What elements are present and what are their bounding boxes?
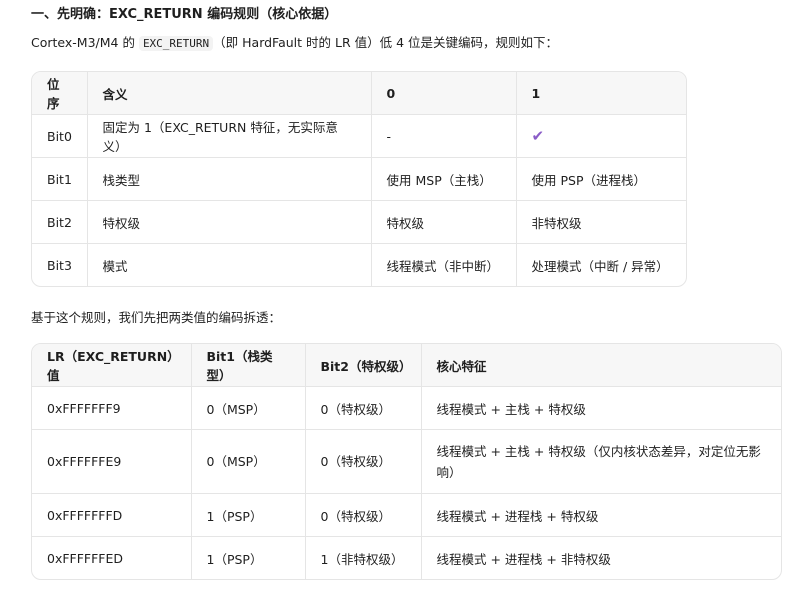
- table-cell: 0xFFFFFFED: [32, 536, 192, 579]
- table-row: 0xFFFFFFED 1（PSP） 1（非特权级） 线程模式 + 进程栈 + 非…: [32, 536, 781, 579]
- column-header: 位序: [32, 72, 88, 115]
- table-cell: 1（非特权级）: [305, 536, 422, 579]
- table-cell: Bit1: [32, 157, 88, 201]
- checkmark-icon: ✔: [531, 127, 545, 145]
- column-header: Bit2（特权级）: [305, 344, 422, 387]
- table-header-row: 位序 含义 0 1: [32, 72, 686, 115]
- intro-text-after: （即 HardFault 时的 LR 值）低 4 位是关键编码，规则如下：: [213, 35, 559, 50]
- column-header: Bit1（栈类型）: [191, 344, 306, 387]
- table-cell: 0xFFFFFFFD: [32, 493, 192, 537]
- table-cell: 模式: [87, 243, 372, 286]
- table-cell: 线程模式（非中断）: [371, 243, 517, 286]
- table-row: Bit1 栈类型 使用 MSP（主栈） 使用 PSP（进程栈）: [32, 157, 686, 201]
- column-header: 1: [516, 72, 686, 115]
- table-cell: 0（特权级）: [305, 493, 422, 537]
- table-row: 0xFFFFFFF9 0（MSP） 0（特权级） 线程模式 + 主栈 + 特权级: [32, 386, 781, 430]
- column-header: 0: [371, 72, 517, 115]
- table-cell: Bit0: [32, 114, 88, 158]
- table-cell: 线程模式 + 主栈 + 特权级（仅内核状态差异，对定位无影响）: [421, 429, 781, 494]
- table-row: Bit0 固定为 1（EXC_RETURN 特征，无实际意义） - ✔: [32, 114, 686, 158]
- table-cell: 线程模式 + 主栈 + 特权级: [421, 386, 781, 430]
- table-cell: 固定为 1（EXC_RETURN 特征，无实际意义）: [87, 114, 372, 158]
- table-cell: 线程模式 + 进程栈 + 非特权级: [436, 551, 611, 567]
- column-header: 含义: [87, 72, 372, 115]
- table-cell: 1（PSP）: [191, 493, 306, 537]
- table-cell: -: [371, 114, 517, 158]
- table-cell: 特权级: [87, 200, 372, 244]
- table-row: Bit2 特权级 特权级 非特权级: [32, 200, 686, 244]
- table-cell: 0（MSP）: [191, 429, 306, 494]
- table-cell: 非特权级: [516, 200, 686, 244]
- inline-code: EXC_RETURN: [138, 36, 214, 51]
- table-row: Bit3 模式 线程模式（非中断） 处理模式（中断 / 异常）: [32, 243, 686, 286]
- lr-value-table: LR（EXC_RETURN）值 Bit1（栈类型） Bit2（特权级） 核心特征…: [31, 343, 782, 580]
- table-cell: 0（特权级）: [305, 429, 422, 494]
- table-cell: ✔: [516, 114, 686, 158]
- table-cell: 线程模式 + 进程栈 + 特权级: [421, 493, 781, 537]
- table-cell: 0xFFFFFFF9: [32, 386, 192, 430]
- table-row: 0xFFFFFFE9 0（MSP） 0（特权级） 线程模式 + 主栈 + 特权级…: [32, 429, 781, 494]
- table-header-row: LR（EXC_RETURN）值 Bit1（栈类型） Bit2（特权级） 核心特征: [32, 344, 781, 387]
- table-cell: 0xFFFFFFE9: [32, 429, 192, 494]
- intro-text-before: Cortex-M3/M4 的: [31, 35, 139, 50]
- table-cell: Bit2: [32, 200, 88, 244]
- column-header: LR（EXC_RETURN）值: [32, 344, 192, 387]
- exc-return-bit-table: 位序 含义 0 1 Bit0 固定为 1（EXC_RETURN 特征，无实际意义…: [31, 71, 687, 287]
- table-cell: 使用 MSP（主栈）: [371, 157, 517, 201]
- summary-paragraph: 基于这个规则，我们先把两类值的编码拆透：: [31, 310, 282, 325]
- intro-paragraph: Cortex-M3/M4 的 EXC_RETURN （即 HardFault 时的…: [31, 33, 558, 54]
- column-header: 核心特征: [421, 344, 781, 387]
- table-row: 0xFFFFFFFD 1（PSP） 0（特权级） 线程模式 + 进程栈 + 特权…: [32, 493, 781, 537]
- table-cell: 处理模式（中断 / 异常）: [531, 258, 669, 274]
- table-cell: 0（特权级）: [305, 386, 422, 430]
- table-cell: 特权级: [371, 200, 517, 244]
- table-cell: 0（MSP）: [191, 386, 306, 430]
- table-cell: 1（PSP）: [191, 536, 306, 579]
- table-cell: Bit3: [32, 243, 88, 286]
- section-heading: 一、先明确：EXC_RETURN 编码规则（核心依据）: [31, 7, 338, 22]
- table-cell: 使用 PSP（进程栈）: [516, 157, 686, 201]
- table-cell: 栈类型: [87, 157, 372, 201]
